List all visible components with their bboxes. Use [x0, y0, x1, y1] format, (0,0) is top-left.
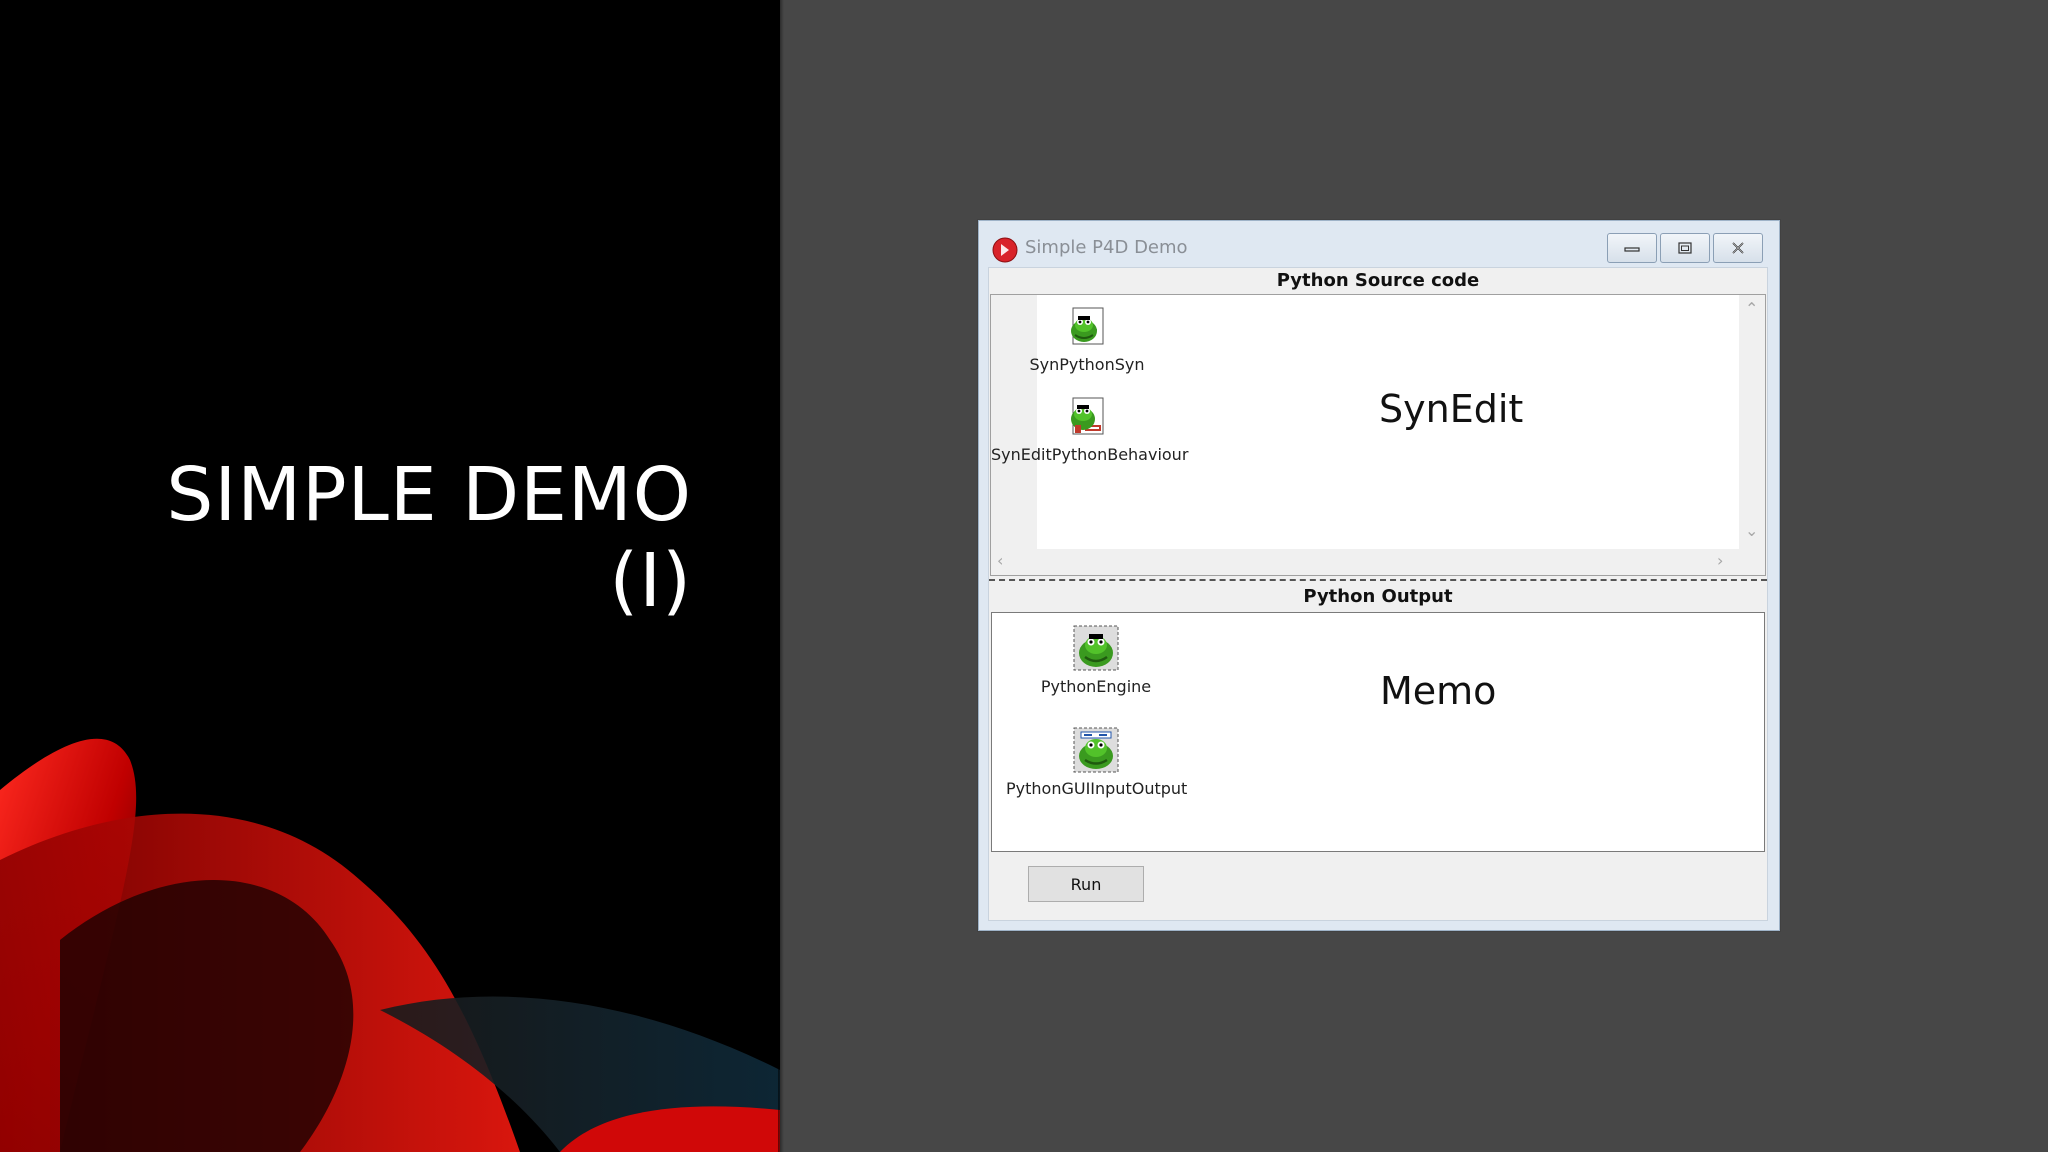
slide-title: SIMPLE DEMO (I) [166, 452, 692, 624]
source-panel-label: Python Source code [1276, 270, 1480, 291]
scroll-up-icon[interactable]: ⌃ [1745, 299, 1758, 318]
component-label: SynPythonSyn [1029, 355, 1145, 374]
component-label: SynEditPythonBehaviour [991, 445, 1189, 464]
component-synpythonsyn[interactable]: SynPythonSyn [1027, 305, 1147, 374]
window-title: Simple P4D Demo [1025, 237, 1188, 258]
minimize-icon [1624, 247, 1640, 252]
slide-divider-shadow [778, 0, 784, 1152]
scroll-right-icon[interactable]: › [1717, 551, 1723, 570]
slide-panel: SIMPLE DEMO (I) [0, 0, 780, 1152]
synedit-control-label: SynEdit [1379, 387, 1524, 431]
maximize-button[interactable] [1660, 233, 1710, 263]
python-behaviour-icon [1071, 397, 1104, 435]
python-io-icon [1073, 727, 1119, 773]
app-window: Simple P4D Demo Python Source code SynPy… [978, 220, 1780, 931]
component-label: PythonEngine [1040, 677, 1152, 696]
close-button[interactable] [1713, 233, 1763, 263]
output-memo[interactable]: PythonEngine PythonGUIInputOutput Memo [991, 612, 1765, 852]
component-label: PythonGUIInputOutput [1006, 779, 1188, 798]
python-syntax-icon [1071, 307, 1104, 345]
slide-title-line1: SIMPLE DEMO [166, 452, 692, 538]
horizontal-scrollbar[interactable]: ‹ › [991, 549, 1765, 575]
maximize-icon [1678, 242, 1692, 254]
run-button[interactable]: Run [1028, 866, 1144, 902]
title-bar[interactable]: Simple P4D Demo [979, 221, 1779, 263]
panel-splitter[interactable] [989, 579, 1767, 583]
close-icon [1732, 242, 1744, 254]
scroll-left-icon[interactable]: ‹ [997, 551, 1003, 570]
scroll-down-icon[interactable]: ⌄ [1745, 521, 1758, 540]
component-pythonengine[interactable]: PythonEngine [1032, 625, 1160, 696]
minimize-button[interactable] [1607, 233, 1657, 263]
component-pythonguiinputoutput[interactable]: PythonGUIInputOutput [1006, 727, 1188, 798]
slide-title-line2: (I) [609, 538, 692, 624]
vertical-scrollbar[interactable]: ⌃ ⌄ [1739, 295, 1765, 549]
memo-control-label: Memo [1380, 669, 1497, 713]
synedit-editor[interactable]: SynPythonSyn SynEditPythonBehaviour SynE… [990, 294, 1766, 576]
output-panel-label: Python Output [1303, 586, 1453, 607]
component-syneditpythonbehaviour[interactable]: SynEditPythonBehaviour [991, 395, 1188, 464]
delphi-app-icon [992, 237, 1018, 263]
python-engine-icon [1073, 625, 1119, 671]
form-client-area: Python Source code SynPythonSyn SynEditP… [988, 267, 1768, 921]
